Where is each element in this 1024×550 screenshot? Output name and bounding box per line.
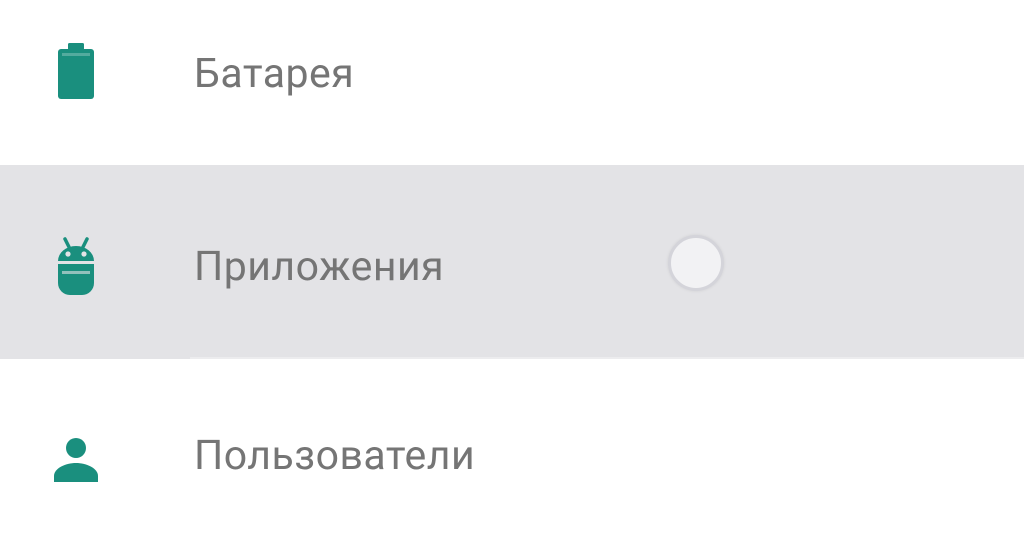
- battery-icon: [48, 43, 104, 100]
- user-icon: [48, 432, 104, 488]
- settings-item-label: Батарея: [194, 50, 355, 98]
- settings-item-label: Приложения: [194, 243, 445, 291]
- settings-list: Батарея Приложения Пользователи: [0, 0, 1024, 550]
- settings-item-users[interactable]: Пользователи: [0, 359, 1024, 550]
- android-icon: [48, 237, 104, 295]
- settings-item-battery[interactable]: Батарея: [0, 0, 1024, 165]
- touch-indicator: [668, 235, 724, 291]
- settings-item-label: Пользователи: [194, 432, 476, 480]
- settings-item-apps[interactable]: Приложения: [0, 165, 1024, 359]
